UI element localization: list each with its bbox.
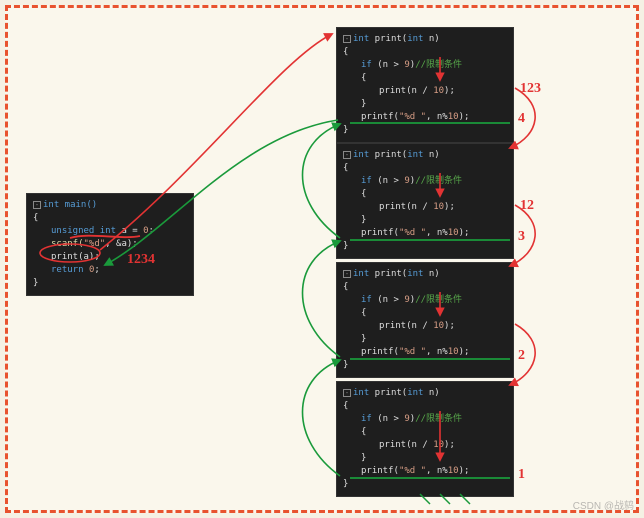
recursive-call: print(n / 10); [343,85,507,98]
if-line: if (n > 9)//限制条件 [343,59,507,72]
code-box-print-3: -int print(int n) { if (n > 9)//限制条件 { p… [336,262,514,378]
scanf-call: scanf("%d", &a); [33,238,187,251]
main-signature: -int main() [33,199,187,212]
if-line: if (n > 9)//限制条件 [343,413,507,426]
brace: } [343,240,507,253]
brace: } [343,124,507,137]
printf-line: printf("%d ", n%10); [343,227,507,240]
brace: { [343,72,507,85]
recursive-call: print(n / 10); [343,320,507,333]
brace: { [343,188,507,201]
brace: { [33,212,187,225]
brace: } [343,478,507,491]
brace: { [343,46,507,59]
print-signature: -int print(int n) [343,149,507,162]
printf-line: printf("%d ", n%10); [343,465,507,478]
brace: } [343,359,507,372]
printf-line: printf("%d ", n%10); [343,346,507,359]
print-signature: -int print(int n) [343,33,507,46]
brace: { [343,281,507,294]
brace: } [343,333,507,346]
print-signature: -int print(int n) [343,387,507,400]
watermark: CSDN @战鸫 [573,497,634,512]
brace: { [343,307,507,320]
if-line: if (n > 9)//限制条件 [343,175,507,188]
print-call: print(a); [33,251,187,264]
recursive-call: print(n / 10); [343,439,507,452]
brace: { [343,426,507,439]
decl-a: unsigned int a = 0; [33,225,187,238]
code-box-print-4: -int print(int n) { if (n > 9)//限制条件 { p… [336,381,514,497]
brace: } [343,452,507,465]
printf-line: printf("%d ", n%10); [343,111,507,124]
code-box-print-1: -int print(int n) { if (n > 9)//限制条件 { p… [336,27,514,143]
brace: } [343,214,507,227]
recursive-call: print(n / 10); [343,201,507,214]
code-box-main: -int main() { unsigned int a = 0; scanf(… [26,193,194,296]
brace: { [343,400,507,413]
brace: } [343,98,507,111]
if-line: if (n > 9)//限制条件 [343,294,507,307]
brace: } [33,277,187,290]
brace: { [343,162,507,175]
code-box-print-2: -int print(int n) { if (n > 9)//限制条件 { p… [336,143,514,259]
print-signature: -int print(int n) [343,268,507,281]
return-stmt: return 0; [33,264,187,277]
